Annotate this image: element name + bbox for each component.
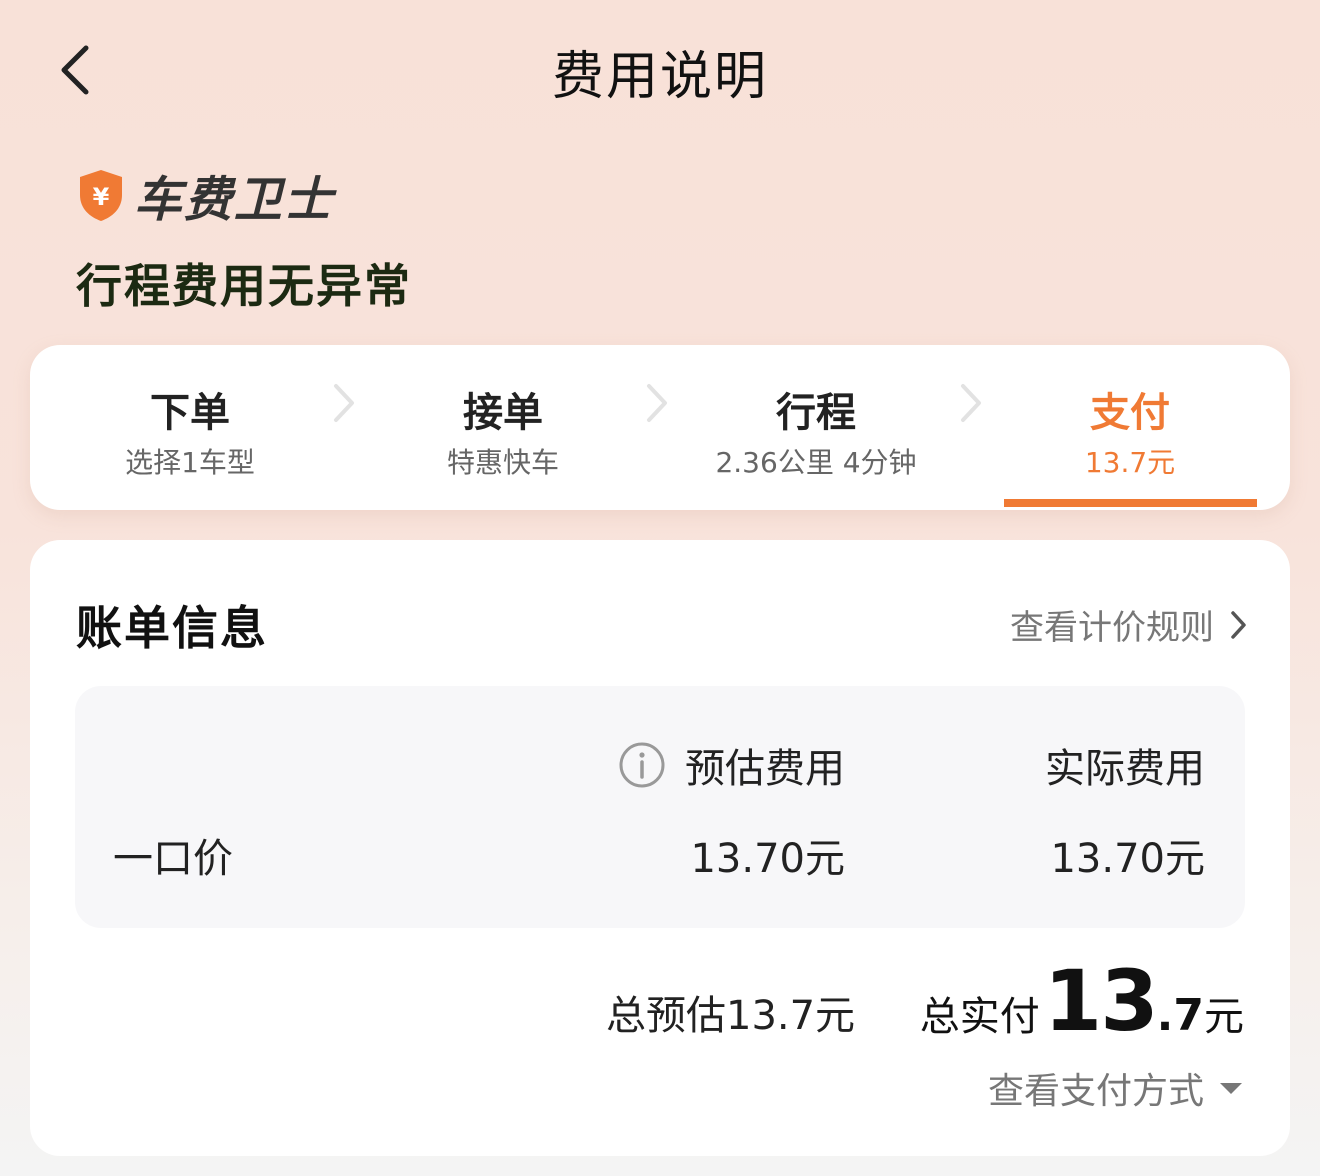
chevron-right-icon	[647, 384, 667, 422]
step-subtitle: 选择1车型	[125, 446, 255, 479]
info-icon[interactable]	[617, 740, 667, 790]
payment-method-link[interactable]: 查看支付方式	[988, 1062, 1244, 1114]
fee-row-actual: 13.70元	[1050, 836, 1205, 882]
svg-text:¥: ¥	[93, 183, 110, 211]
fee-table: 预估费用 实际费用 一口价 13.70元 13.70元	[75, 686, 1245, 928]
step-accept: 接单 特惠快车	[373, 345, 633, 510]
brand-logo: ¥ 车费卫士	[76, 165, 334, 228]
active-step-indicator	[1004, 499, 1257, 507]
step-subtitle: 特惠快车	[446, 446, 559, 479]
step-title: 支付	[1090, 390, 1170, 436]
step-title: 下单	[150, 390, 230, 436]
total-actual-label: 总实付	[919, 994, 1040, 1040]
step-subtitle: 2.36公里 4分钟	[715, 446, 917, 479]
total-estimated: 总预估13.7元	[606, 993, 856, 1039]
total-actual: 总实付 13 .7 元	[920, 952, 1244, 1050]
page-title: 费用说明	[551, 47, 768, 107]
step-title: 行程	[776, 390, 856, 436]
pricing-rules-label: 查看计价规则	[1010, 608, 1214, 648]
fee-row-label: 一口价	[113, 836, 233, 882]
total-actual-decimal: .7	[1156, 990, 1204, 1041]
estimated-column-label: 预估费用	[685, 746, 845, 792]
actual-column-header: 实际费用	[1045, 746, 1205, 792]
payment-method-label: 查看支付方式	[987, 1071, 1204, 1112]
progress-steps: 下单 选择1车型 接单 特惠快车 行程 2.36公里 4分钟 支付 13.7元	[30, 345, 1290, 510]
nav-bar: 费用说明	[0, 0, 1320, 135]
total-actual-unit: 元	[1204, 994, 1244, 1040]
bill-card: 账单信息 查看计价规则 预估费用 实际费用 一口价 13.70元 13.70元 …	[30, 540, 1290, 1156]
brand-name: 车费卫士	[134, 172, 335, 228]
pricing-rules-link[interactable]: 查看计价规则	[1010, 600, 1248, 649]
caret-down-icon	[1220, 1083, 1242, 1094]
chevron-right-icon	[334, 384, 354, 422]
step-subtitle: 13.7元	[1084, 446, 1176, 479]
step-trip: 行程 2.36公里 4分钟	[686, 345, 946, 510]
chevron-right-icon	[1231, 610, 1246, 639]
step-order: 下单 选择1车型	[60, 345, 320, 510]
status-headline: 行程费用无异常	[76, 259, 412, 313]
shield-yuan-icon: ¥	[80, 170, 122, 221]
fee-row-estimated: 13.70元	[690, 836, 845, 882]
step-pay: 支付 13.7元	[1000, 345, 1260, 510]
total-actual-integer: 13	[1043, 952, 1159, 1050]
bill-title: 账单信息	[76, 601, 268, 655]
chevron-right-icon	[961, 384, 981, 422]
estimated-column-header: 预估费用	[617, 736, 845, 794]
step-title: 接单	[463, 390, 543, 436]
